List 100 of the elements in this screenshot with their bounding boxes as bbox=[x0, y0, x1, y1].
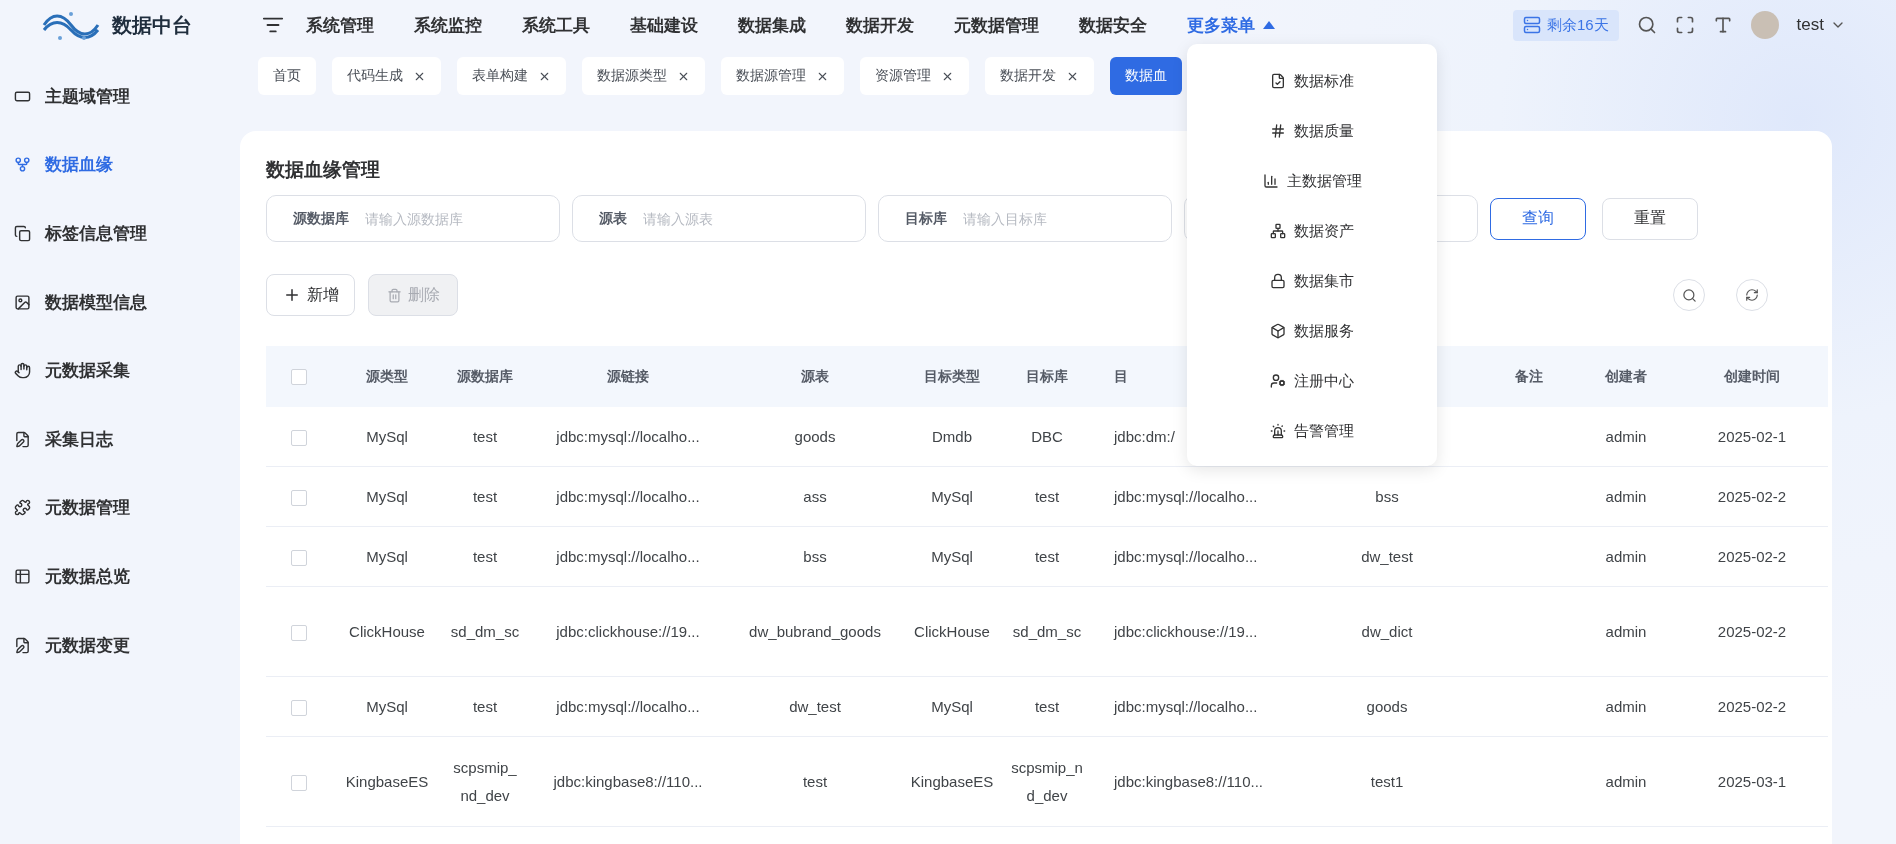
filter-field[interactable]: 源数据库 请输入源数据库 bbox=[266, 195, 560, 242]
siren-icon bbox=[1270, 423, 1286, 439]
menu-item[interactable]: 主数据管理 bbox=[1187, 156, 1437, 206]
table-cell: jdbc:kingbase8://110... bbox=[1114, 772, 1263, 790]
menu-item[interactable]: 数据质量 bbox=[1187, 106, 1437, 156]
menu-item[interactable]: 注册中心 bbox=[1187, 356, 1437, 406]
lock-icon bbox=[1270, 273, 1286, 289]
table-cell: jdbc:mysql://localho... bbox=[1114, 697, 1258, 715]
table-cell: MySql bbox=[931, 547, 973, 565]
checkbox[interactable] bbox=[291, 549, 307, 566]
table-cell: KingbaseES bbox=[345, 772, 429, 790]
nav-item[interactable]: 系统管理 bbox=[306, 13, 374, 37]
table-cell: jdbc:clickhouse://19... bbox=[556, 622, 700, 640]
checkbox[interactable] bbox=[291, 774, 307, 791]
table-cell: test bbox=[1034, 547, 1060, 565]
nav-item[interactable]: 系统监控 bbox=[414, 13, 482, 37]
filter-field[interactable]: 目标库 请输入目标库 bbox=[878, 195, 1172, 242]
sidebar-item[interactable]: 数据血缘 bbox=[0, 130, 240, 200]
nav-item[interactable]: 元数据管理 bbox=[954, 13, 1039, 37]
page-tab[interactable]: 数据源管理 bbox=[721, 57, 844, 95]
sidebar-item[interactable]: 元数据采集 bbox=[0, 336, 240, 405]
menu-item[interactable]: 数据标准 bbox=[1187, 56, 1437, 106]
table-cell: admin bbox=[1605, 697, 1647, 715]
table-cell: jdbc:mysql://localho... bbox=[556, 427, 700, 445]
menu-item[interactable]: 数据集市 bbox=[1187, 256, 1437, 306]
page-tab[interactable]: 数据开发 bbox=[985, 57, 1094, 95]
checkbox[interactable] bbox=[291, 699, 307, 716]
nav-item[interactable]: 数据安全 bbox=[1079, 13, 1147, 37]
column-header: 源链接 bbox=[607, 367, 649, 384]
page-tab[interactable]: 数据源类型 bbox=[582, 57, 705, 95]
more-menu[interactable]: 更多菜单 bbox=[1187, 13, 1275, 37]
checkbox[interactable] bbox=[291, 489, 307, 506]
table-cell: jdbc:dm:/ bbox=[1114, 427, 1175, 445]
table-cell: test bbox=[472, 427, 498, 445]
table-cell: jdbc:kingbase8://110... bbox=[553, 772, 703, 790]
checkbox[interactable] bbox=[291, 624, 307, 641]
search-icon[interactable] bbox=[1636, 15, 1657, 35]
table-cell: MySql bbox=[366, 427, 408, 445]
refresh-icon bbox=[1745, 288, 1759, 302]
hash-icon bbox=[1270, 123, 1286, 139]
nav-item[interactable]: 数据开发 bbox=[846, 13, 914, 37]
table-cell: 2025-02-1 bbox=[1717, 427, 1787, 445]
table-cell: 2025-02-2 bbox=[1717, 622, 1787, 640]
table-cell: jdbc:mysql://localho... bbox=[556, 697, 700, 715]
sidebar-item[interactable]: 标签信息管理 bbox=[0, 199, 240, 268]
menu-item[interactable]: 数据资产 bbox=[1187, 206, 1437, 256]
table-cell: bss bbox=[803, 547, 827, 565]
table-cell: jdbc:mysql://localho... bbox=[1114, 547, 1258, 565]
nav-item[interactable]: 基础建设 bbox=[630, 13, 698, 37]
table-cell: dw_dict bbox=[1361, 622, 1413, 640]
add-button[interactable]: 新增 bbox=[266, 274, 355, 316]
column-header: 创建者 bbox=[1605, 367, 1647, 384]
table-cell: MySql bbox=[366, 547, 408, 565]
table-cell: scpsmip_nd_dev bbox=[1011, 758, 1083, 804]
column-header: 源数据库 bbox=[457, 367, 513, 384]
table-cell: ClickHouse bbox=[349, 622, 425, 640]
table-cell: admin bbox=[1605, 622, 1647, 640]
sidebar-item[interactable]: 元数据总览 bbox=[0, 542, 240, 611]
sidebar-item[interactable]: 元数据变更 bbox=[0, 610, 240, 680]
image-icon bbox=[14, 293, 31, 311]
table-cell: goods bbox=[1366, 697, 1408, 715]
filter-field[interactable]: 源表 请输入源表 bbox=[572, 195, 866, 242]
table-cell: admin bbox=[1605, 772, 1647, 790]
sidebar-item[interactable]: 元数据管理 bbox=[0, 473, 240, 543]
table-cell: test bbox=[802, 772, 828, 790]
column-header: 目标类型 bbox=[924, 367, 980, 384]
field-label: 源表 bbox=[599, 209, 627, 228]
page-tab[interactable]: 资源管理 bbox=[860, 57, 969, 95]
sidebar-item[interactable]: 主题域管理 bbox=[0, 62, 240, 131]
page-tab[interactable]: 表单构建 bbox=[457, 57, 566, 95]
page-tab[interactable]: 数据血 bbox=[1110, 57, 1182, 95]
checkbox[interactable] bbox=[291, 429, 307, 446]
sidebar-item[interactable]: 数据模型信息 bbox=[0, 267, 240, 337]
page-tab[interactable]: 代码生成 bbox=[332, 57, 441, 95]
table-cell: DBC bbox=[1031, 427, 1063, 445]
table-cell: sd_dm_sc bbox=[450, 622, 520, 640]
menu-item[interactable]: 数据服务 bbox=[1187, 306, 1437, 356]
reset-button[interactable]: 重置 bbox=[1602, 197, 1698, 240]
bar-chart-icon bbox=[1262, 173, 1279, 189]
fullscreen-icon[interactable] bbox=[1674, 15, 1695, 35]
nav-item[interactable]: 数据集成 bbox=[738, 13, 806, 37]
checkbox[interactable] bbox=[291, 369, 307, 386]
menu-item[interactable]: 告警管理 bbox=[1187, 406, 1437, 456]
page-tab[interactable]: 首页 bbox=[258, 57, 316, 95]
table-cell: ass bbox=[803, 487, 827, 505]
copy-icon bbox=[14, 225, 31, 242]
search-icon-button[interactable] bbox=[1673, 279, 1705, 311]
refresh-button[interactable] bbox=[1736, 279, 1768, 311]
sidebar-item[interactable]: 采集日志 bbox=[0, 404, 240, 474]
user-name[interactable]: test bbox=[1796, 15, 1824, 35]
table-cell: test bbox=[1034, 697, 1060, 715]
table-cell: dw_test bbox=[789, 697, 841, 715]
table-cell: test bbox=[472, 697, 498, 715]
nav-item[interactable]: 系统工具 bbox=[522, 13, 590, 37]
file-check-icon bbox=[1270, 73, 1286, 89]
table-cell: scpsmip_nd_dev bbox=[453, 758, 517, 804]
search-button[interactable]: 查询 bbox=[1490, 197, 1586, 240]
table-cell: admin bbox=[1605, 547, 1647, 565]
table-cell: KingbaseES bbox=[910, 772, 994, 790]
table-cell: test bbox=[1034, 487, 1060, 505]
